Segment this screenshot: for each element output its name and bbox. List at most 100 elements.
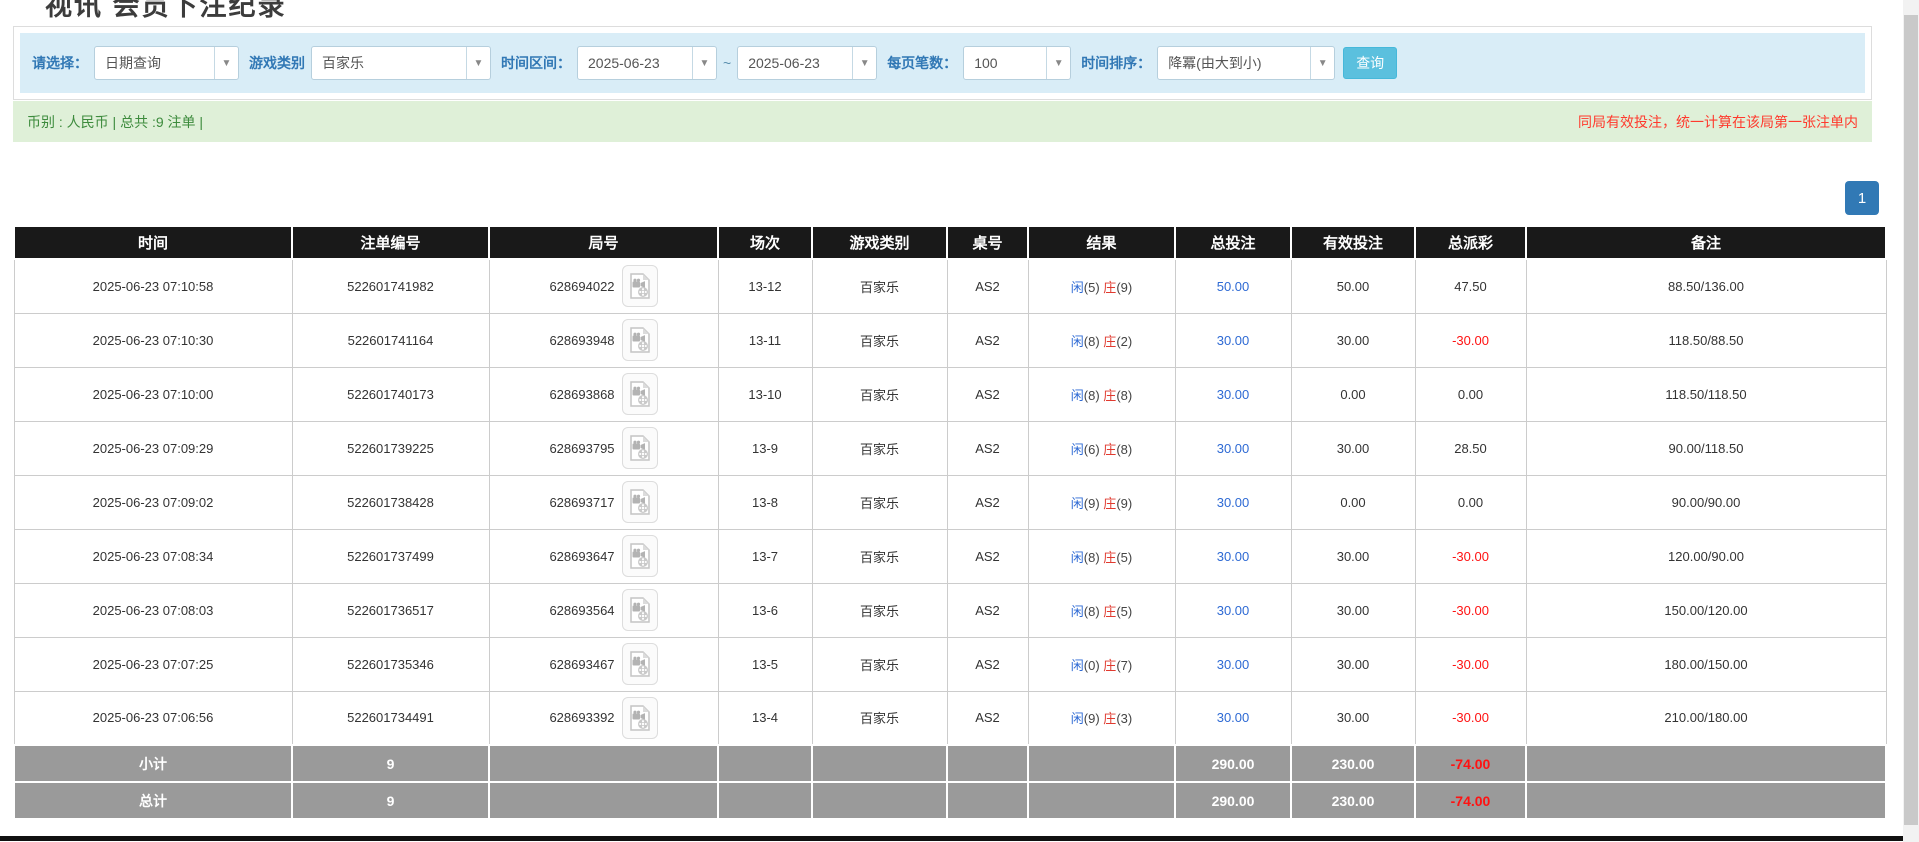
video-replay-button[interactable] [622,535,658,577]
date-to-value: 2025-06-23 [738,55,852,71]
grand-total-row-empty [1028,782,1175,819]
table-row: 2025-06-23 07:10:30522601741164628693948… [14,313,1886,367]
payout-value: 0.00 [1458,387,1483,402]
chevron-down-icon: ▼ [692,47,716,79]
cell-total-bet: 30.00 [1175,475,1291,529]
cell-result: 闲(0) 庄(7) [1028,637,1175,691]
result-banker-label: 庄 [1103,711,1116,726]
video-replay-button[interactable] [622,427,658,469]
query-type-select[interactable]: 日期查询 ▼ [94,46,239,80]
result-player-label: 闲 [1071,496,1084,511]
result-banker-value: (9) [1116,280,1132,295]
cell-note: 88.50/136.00 [1526,259,1886,313]
col-header-bet-id: 注单编号 [292,226,489,259]
video-replay-button[interactable] [622,589,658,631]
date-from-select[interactable]: 2025-06-23 ▼ [577,46,717,80]
grand-total-row-empty [718,782,812,819]
video-replay-button[interactable] [622,373,658,415]
video-replay-icon [629,597,651,623]
date-to-select[interactable]: 2025-06-23 ▼ [737,46,877,80]
col-header-table-no: 桌号 [947,226,1028,259]
cell-valid-bet: 30.00 [1291,691,1415,745]
page-size-select[interactable]: 100 ▼ [963,46,1071,80]
subtotal-row-count: 9 [292,745,489,782]
total-bet-link[interactable]: 30.00 [1217,710,1250,725]
result-banker-label: 庄 [1103,658,1116,673]
result-player-label: 闲 [1071,604,1084,619]
video-replay-icon [629,273,651,299]
game-type-select[interactable]: 百家乐 ▼ [311,46,491,80]
result-banker-value: (5) [1116,604,1132,619]
round-id-text: 628693467 [549,657,614,672]
scrollbar-thumb[interactable] [1904,15,1918,825]
subtotal-row-total-bet: 290.00 [1175,745,1291,782]
cell-game-type: 百家乐 [812,583,947,637]
cell-table-no: AS2 [947,583,1028,637]
result-banker-label: 庄 [1103,604,1116,619]
payout-value: -30.00 [1452,549,1489,564]
total-bet-link[interactable]: 30.00 [1217,441,1250,456]
total-bet-link[interactable]: 50.00 [1217,279,1250,294]
total-bet-link[interactable]: 30.00 [1217,603,1250,618]
video-replay-button[interactable] [622,697,658,739]
cell-note: 210.00/180.00 [1526,691,1886,745]
time-sort-select[interactable]: 降冪(由大到小) ▼ [1157,46,1335,80]
video-replay-icon [629,705,651,731]
cell-round-id: 628693948 [489,313,718,367]
video-replay-icon [629,435,651,461]
game-type-value: 百家乐 [312,53,466,73]
time-sort-value: 降冪(由大到小) [1158,53,1310,73]
col-header-total-payout: 总派彩 [1415,226,1526,259]
result-banker-value: (7) [1116,658,1132,673]
result-player-value: (6) [1084,442,1104,457]
total-bet-link[interactable]: 30.00 [1217,333,1250,348]
cell-game-type: 百家乐 [812,367,947,421]
cell-game-type: 百家乐 [812,421,947,475]
grand-total-row-empty [812,782,947,819]
round-id-text: 628693647 [549,549,614,564]
cell-game-type: 百家乐 [812,529,947,583]
video-replay-button[interactable] [622,319,658,361]
payout-value: -30.00 [1452,603,1489,618]
total-bet-link[interactable]: 30.00 [1217,549,1250,564]
cell-round-id: 628693467 [489,637,718,691]
page-size-label: 每页笔数： [887,53,957,73]
cell-bet-id: 522601739225 [292,421,489,475]
cell-total-bet: 30.00 [1175,529,1291,583]
result-banker-label: 庄 [1103,334,1116,349]
cell-note: 180.00/150.00 [1526,637,1886,691]
total-bet-link[interactable]: 30.00 [1217,657,1250,672]
time-range-label: 时间区间： [501,53,571,73]
video-replay-button[interactable] [622,481,658,523]
video-replay-button[interactable] [622,643,658,685]
result-banker-value: (2) [1116,334,1132,349]
table-row: 2025-06-23 07:10:58522601741982628694022… [14,259,1886,313]
result-player-label: 闲 [1071,711,1084,726]
round-id-text: 628693868 [549,387,614,402]
cell-round-id: 628693717 [489,475,718,529]
cell-total-payout: -30.00 [1415,637,1526,691]
video-replay-icon [629,651,651,677]
total-bet-link[interactable]: 30.00 [1217,387,1250,402]
cell-table-no: AS2 [947,259,1028,313]
round-id-text: 628693392 [549,710,614,725]
subtotal-row-empty [718,745,812,782]
cell-round-id: 628694022 [489,259,718,313]
grand-total-row-count: 9 [292,782,489,819]
query-type-value: 日期查询 [95,53,214,73]
pagination-page-1-button[interactable]: 1 [1845,181,1879,215]
video-replay-button[interactable] [622,265,658,307]
grand-total-row-note-empty [1526,782,1886,819]
currency-total-text: 币别 : 人民币 | 总共 :9 注单 | [27,112,203,132]
vertical-scrollbar[interactable] [1903,0,1919,842]
cell-time: 2025-06-23 07:06:56 [14,691,292,745]
result-banker-label: 庄 [1103,280,1116,295]
total-bet-link[interactable]: 30.00 [1217,495,1250,510]
result-player-label: 闲 [1071,280,1084,295]
query-button[interactable]: 查询 [1343,47,1397,79]
cell-total-payout: -30.00 [1415,313,1526,367]
result-player-label: 闲 [1071,442,1084,457]
cell-valid-bet: 30.00 [1291,583,1415,637]
result-banker-label: 庄 [1103,442,1116,457]
cell-session: 13-8 [718,475,812,529]
